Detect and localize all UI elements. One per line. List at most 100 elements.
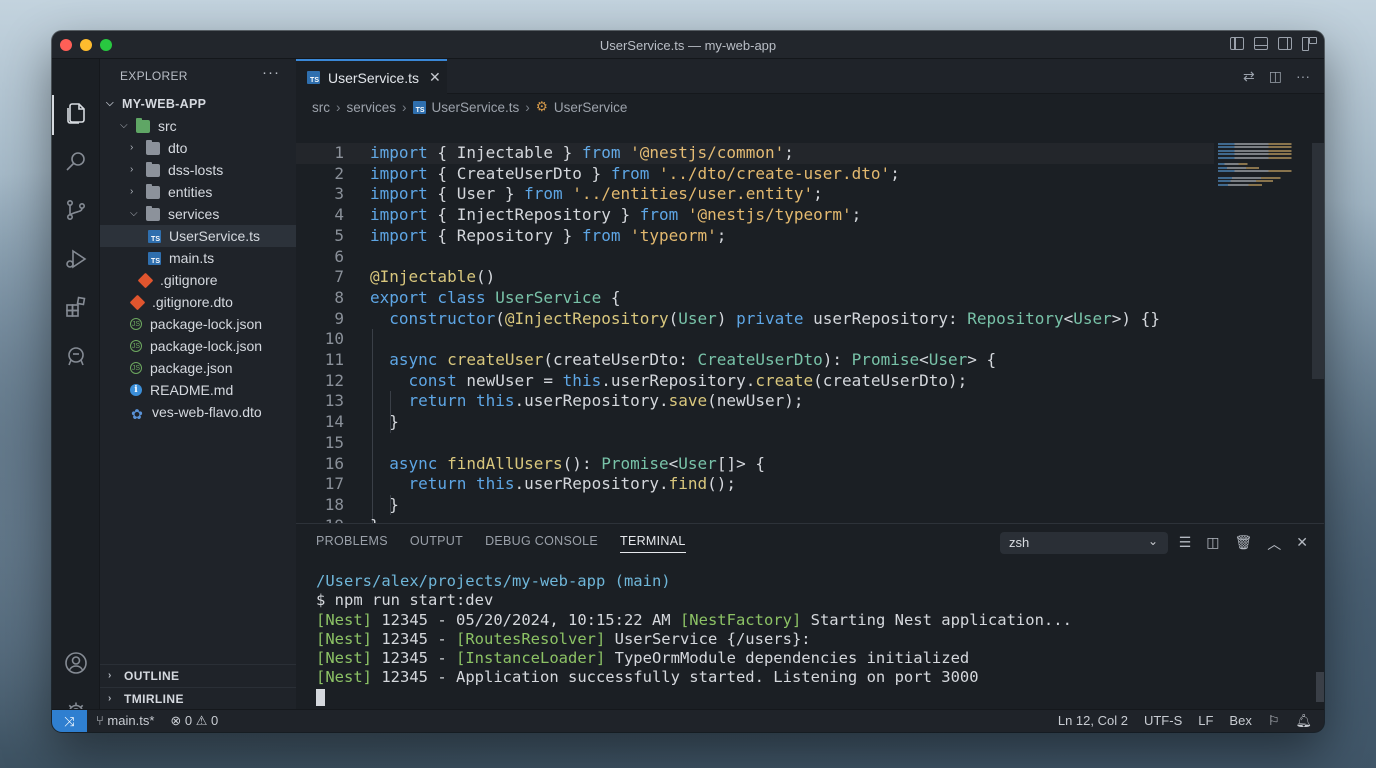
chevron-down-icon: ⌄ (1147, 534, 1158, 548)
folder-icon (146, 161, 160, 177)
code-line: import { User } from '../entities/user.e… (370, 184, 823, 204)
tab-terminal[interactable]: TERMINAL (620, 534, 686, 553)
feedback-icon[interactable]: ⚐ (1268, 713, 1280, 729)
more-actions-icon[interactable]: ··· (1296, 68, 1310, 85)
tree-root-folder[interactable]: ⌵ MY-WEB-APP (100, 93, 296, 115)
eol-status[interactable]: LF (1198, 713, 1213, 729)
line-number: 9 (334, 308, 344, 328)
code-line: async findAllUsers(): Promise<User[]> { (389, 453, 765, 473)
chevron-right-icon: › (108, 669, 112, 681)
tree-folder-services[interactable]: ⌵ services (100, 203, 296, 225)
chevron-right-icon: › (108, 692, 112, 704)
tree-file-package-lock[interactable]: JS package-lock.json (100, 335, 296, 357)
close-panel-icon[interactable]: ✕ (1296, 534, 1308, 554)
encoding-status[interactable]: UTF-S (1144, 713, 1182, 729)
terminal-output[interactable]: /Users/alex/projects/my-web-app (main) $… (316, 572, 1072, 707)
folder-open-icon (146, 205, 160, 221)
typescript-file-icon: TS (148, 229, 161, 243)
language-mode[interactable]: Bex (1229, 713, 1251, 729)
tree-folder-dss-losts[interactable]: › dss-losts (100, 159, 296, 181)
toggle-panel-icon[interactable] (1254, 37, 1268, 50)
code-line: import { Injectable } from '@nestjs/comm… (370, 143, 794, 162)
minimap[interactable] (1218, 143, 1310, 193)
chevron-down-icon: ⌵ (120, 120, 128, 131)
breadcrumb-item[interactable]: UserService (554, 100, 628, 115)
line-number: 3 (334, 184, 344, 204)
tree-item-label: dss-losts (168, 162, 224, 178)
vscode-window: UserService.ts — my-web-app EXPLORER ···… (52, 31, 1324, 732)
tab-output[interactable]: OUTPUT (410, 534, 463, 553)
terminal-path: /Users/alex/projects/my-web-app (main) (316, 572, 671, 590)
class-symbol-icon: ⚙ (535, 99, 548, 114)
tree-file-main[interactable]: TS main.ts (100, 247, 296, 269)
terminal-list-icon[interactable]: ☰ (1179, 534, 1192, 554)
cursor-position[interactable]: Ln 12, Col 2 (1058, 713, 1128, 729)
breadcrumb-item[interactable]: src (312, 100, 330, 115)
chevron-right-icon: › (130, 164, 134, 175)
tree-file-package-lock[interactable]: JS package-lock.json (100, 313, 296, 335)
tab-userservice[interactable]: TS UserService.ts ✕ (296, 59, 447, 94)
line-number: 12 (324, 370, 344, 390)
timeline-section[interactable]: › TMIRLINE (100, 687, 296, 709)
split-terminal-icon[interactable]: ◫ (1206, 534, 1219, 554)
notifications-bell-icon[interactable]: 🔔︎ (1295, 713, 1312, 729)
tab-label: UserService.ts (328, 69, 420, 86)
terminal-log-line: [Nest] 12345 - Application successfully … (316, 668, 979, 687)
breadcrumb-item[interactable]: UserService.ts (432, 100, 520, 115)
explorer-icon[interactable] (64, 101, 88, 125)
remote-explorer-icon[interactable] (64, 344, 88, 368)
problems-status[interactable]: ⊗ 0 ⚠ 0 (170, 713, 218, 729)
toggle-primary-sidebar-icon[interactable] (1230, 37, 1244, 50)
tree-item-label: .gitignore.dto (152, 294, 233, 310)
extensions-icon[interactable] (64, 295, 88, 319)
code-editor[interactable]: 1 import { Injectable } from '@nestjs/com… (296, 143, 1324, 550)
tab-debug-console[interactable]: DEBUG CONSOLE (485, 534, 598, 553)
outline-label: OUTLINE (124, 668, 180, 683)
terminal-command: $ npm run start:dev (316, 591, 494, 610)
editor-scrollbar[interactable] (1312, 143, 1324, 379)
run-debug-icon[interactable] (64, 247, 88, 271)
breadcrumb-item[interactable]: services (347, 100, 397, 115)
breadcrumb: src › services › TS UserService.ts › ⚙ U… (312, 97, 627, 117)
compare-changes-icon[interactable]: ⇄ (1243, 68, 1255, 85)
split-editor-icon[interactable]: ◫ (1269, 68, 1282, 85)
branch-status[interactable]: ⑂ main.ts* (96, 713, 154, 729)
terminal-shell-select[interactable]: zsh ⌄ (1000, 532, 1168, 554)
trash-icon[interactable]: 🗑 (1234, 534, 1252, 554)
chevron-down-icon: ⌵ (106, 98, 114, 109)
tree-file-userservice[interactable]: TS UserService.ts (100, 225, 296, 247)
tree-file-ves-web-flavo[interactable]: ✿ ves-web-flavo.dto (100, 401, 296, 423)
line-number: 8 (334, 287, 344, 307)
line-number: 10 (324, 329, 344, 349)
chevron-right-icon: › (402, 99, 407, 115)
remote-indicator-icon[interactable]: ⤨ (52, 710, 87, 732)
tree-item-label: .gitignore (160, 272, 218, 288)
toggle-secondary-sidebar-icon[interactable] (1278, 37, 1292, 50)
terminal-scrollbar[interactable] (1316, 672, 1324, 702)
maximize-panel-icon[interactable]: ︿ (1267, 534, 1281, 554)
tree-folder-dto[interactable]: › dto (100, 137, 296, 159)
tree-folder-src[interactable]: ⌵ src (100, 115, 296, 137)
outline-section[interactable]: › OUTLINE (100, 664, 296, 686)
line-number: 1 (334, 143, 344, 162)
tree-file-package-json[interactable]: JS package.json (100, 357, 296, 379)
tab-problems[interactable]: PROBLEMS (316, 534, 388, 553)
customize-layout-icon[interactable] (1302, 37, 1317, 51)
chevron-right-icon: › (130, 142, 134, 153)
tree-item-label: src (158, 118, 177, 134)
tree-file-gitignore[interactable]: .gitignore (100, 269, 296, 291)
line-number: 7 (334, 267, 344, 287)
tree-item-label: services (168, 206, 220, 222)
tree-item-label: package-lock.json (150, 338, 263, 354)
code-line: import { CreateUserDto } from '../dto/cr… (370, 163, 900, 183)
close-tab-icon[interactable]: ✕ (429, 69, 441, 86)
tree-file-readme[interactable]: i README.md (100, 379, 296, 401)
source-control-icon[interactable] (64, 198, 88, 222)
account-icon[interactable] (64, 651, 88, 675)
tree-folder-entities[interactable]: › entities (100, 181, 296, 203)
tree-file-gitignore-dto[interactable]: .gitignore.dto (100, 291, 296, 313)
more-actions-icon[interactable]: ··· (262, 64, 280, 81)
search-icon[interactable] (64, 149, 88, 173)
tree-item-label: dto (168, 140, 188, 156)
shell-name: zsh (1009, 535, 1030, 550)
